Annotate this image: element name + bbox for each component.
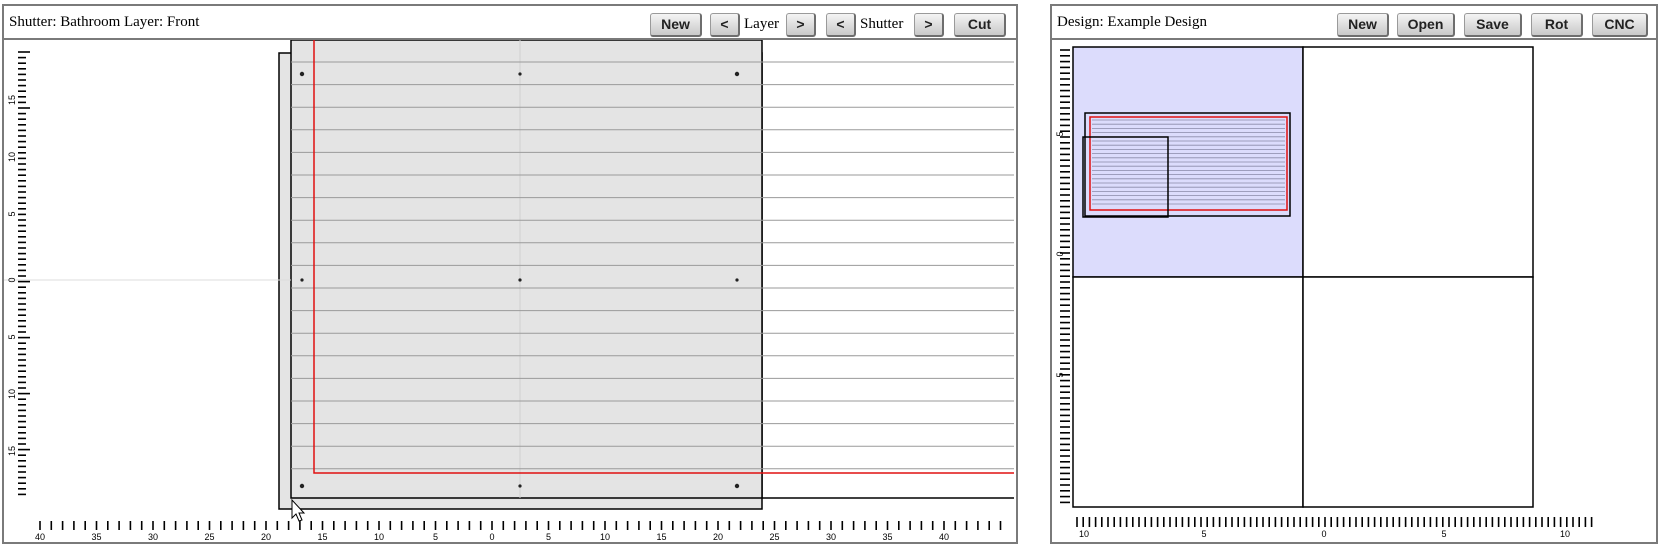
x-tick-label: 10 [600,532,610,542]
x-tick-label: 35 [91,532,101,542]
design-canvas[interactable]: 5 0 5 10 5 0 5 10 [1052,40,1656,542]
x-tick-label: 20 [713,532,723,542]
x-tick-label: 40 [35,532,45,542]
thumbnail-slats [1092,119,1285,205]
quadrant-bottom-left[interactable] [1072,276,1304,508]
design-panel: Design: Example Design New Open Save Rot… [1050,4,1658,544]
design-x-tick-label: 5 [1201,529,1206,539]
y-tick-label: 15 [7,446,17,456]
x-tick-label: 10 [374,532,384,542]
hinge-pin [518,72,522,76]
quadrant-top-right[interactable] [1302,46,1534,278]
design-toolbar: Design: Example Design New Open Save Rot… [1052,6,1656,40]
shutter-editor-panel: Shutter: Bathroom Layer: Front New < Lay… [2,4,1018,544]
open-design-button[interactable]: Open [1397,13,1455,37]
cut-button[interactable]: Cut [954,13,1006,37]
x-tick-label: 15 [317,532,327,542]
quadrant-bottom-right[interactable] [1302,276,1534,508]
layer-label: Layer [744,16,779,32]
design-x-tick-label: 0 [1321,529,1326,539]
y-tick-label: 5 [7,211,17,216]
y-tick-label: 10 [7,152,17,162]
x-tick-label: 5 [546,532,551,542]
save-design-button[interactable]: Save [1464,13,1522,37]
rotate-button[interactable]: Rot [1531,13,1583,37]
shutter-label: Shutter [860,16,904,32]
shutter-title: Shutter: Bathroom Layer: Front [9,14,200,30]
x-tick-label: 30 [826,532,836,542]
x-tick-label: 25 [769,532,779,542]
shutter-toolbar: Shutter: Bathroom Layer: Front New < Lay… [4,6,1016,40]
design-y-tick-label: 5 [1055,131,1065,136]
x-tick-label: 5 [433,532,438,542]
y-tick-label: 5 [7,334,17,339]
hinge-pin [734,71,740,77]
x-ruler: 40 35 30 25 20 15 10 5 0 5 10 15 20 25 30 35 40 [35,521,1002,542]
design-x-tick-label: 10 [1079,529,1089,539]
shutter-canvas[interactable]: 15 10 5 0 5 10 15 40 35 30 25 20 15 10 5 0 5 10 15 20 25 30 3… [4,40,1016,542]
design-x-tick-label: 10 [1560,529,1570,539]
x-tick-label: 25 [204,532,214,542]
hinge-pin [299,71,305,77]
next-layer-button[interactable]: > [786,13,816,37]
y-ruler: 15 10 5 0 5 10 15 [7,51,30,496]
y-tick-label: 0 [7,277,17,282]
x-tick-label: 20 [261,532,271,542]
prev-layer-button[interactable]: < [710,13,740,37]
x-tick-label: 30 [148,532,158,542]
y-tick-label: 10 [7,389,17,399]
hinge-pin [299,483,305,489]
design-y-tick-label: 5 [1055,372,1065,377]
y-tick-label: 15 [7,95,17,105]
hinge-pin [734,483,740,489]
shutter-panel[interactable] [290,40,763,499]
design-y-ruler: 5 0 5 [1055,49,1070,504]
new-shutter-button[interactable]: New [650,13,702,37]
design-y-tick-label: 0 [1055,251,1065,256]
prev-shutter-button[interactable]: < [826,13,856,37]
x-tick-label: 35 [882,532,892,542]
x-tick-label: 0 [489,532,494,542]
x-tick-label: 15 [656,532,666,542]
hinge-pin [518,484,522,488]
hinge-pin [300,278,304,282]
cnc-button[interactable]: CNC [1592,13,1648,37]
design-title: Design: Example Design [1057,14,1207,30]
new-design-button[interactable]: New [1337,13,1389,37]
hinge-pin [518,278,522,282]
hinge-pin [735,278,739,282]
next-shutter-button[interactable]: > [914,13,944,37]
design-x-ruler: 10 5 0 5 10 [1076,517,1593,539]
x-tick-label: 40 [939,532,949,542]
design-x-tick-label: 5 [1441,529,1446,539]
